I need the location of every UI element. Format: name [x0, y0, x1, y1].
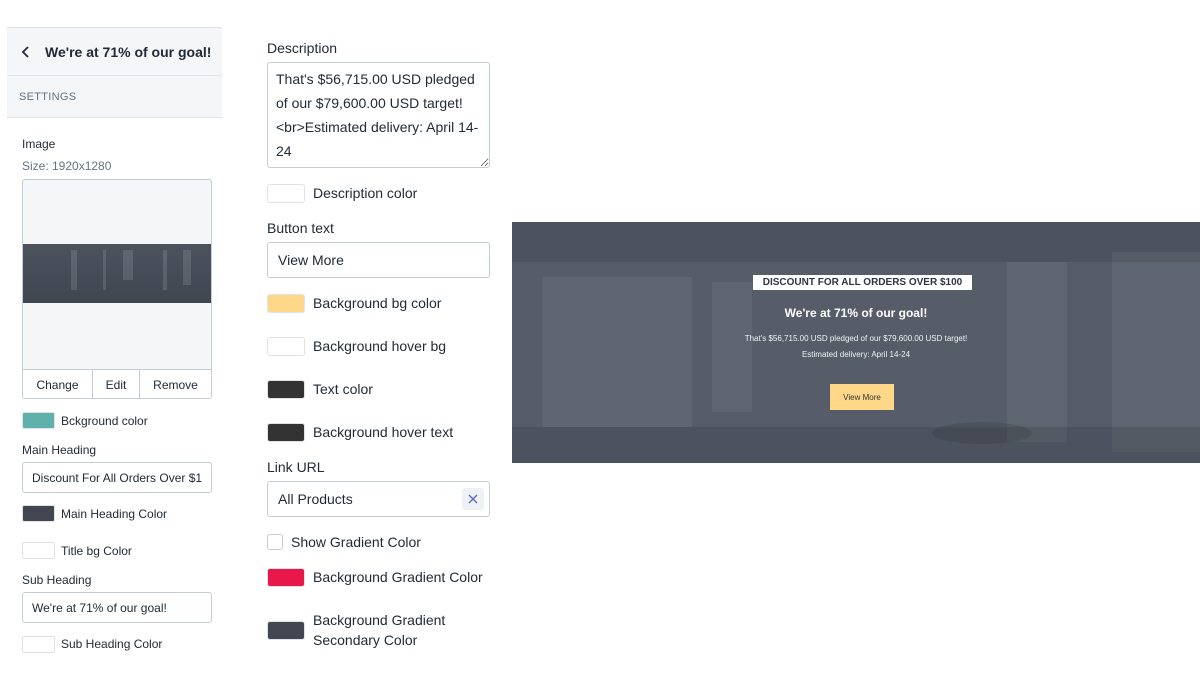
preview-bg-bowl: [932, 422, 1032, 444]
text-color-label: Text color: [313, 381, 373, 397]
image-thumbnail: [23, 244, 211, 303]
main-heading-color-swatch[interactable]: [22, 505, 55, 522]
section-title: We're at 71% of our goal!: [45, 43, 212, 60]
description-textarea[interactable]: That's $56,715.00 USD pledged of our $79…: [267, 62, 490, 168]
sidebar-header: We're at 71% of our goal!: [7, 27, 222, 76]
gradient-color-swatch[interactable]: [267, 568, 305, 587]
button-text-input[interactable]: [267, 242, 490, 278]
sub-heading-color-label: Sub Heading Color: [61, 637, 163, 651]
show-gradient-checkbox[interactable]: [267, 534, 283, 550]
background-hover-text-swatch[interactable]: [267, 423, 305, 442]
button-text-label: Button text: [267, 220, 334, 236]
description-label: Description: [267, 40, 338, 56]
title-bg-color-label: Title bg Color: [61, 544, 132, 558]
preview-description-line2: Estimated delivery: April 14-24: [801, 350, 911, 359]
image-picker[interactable]: Change Edit Remove: [22, 179, 212, 399]
background-color-label: Bckground color: [61, 414, 148, 428]
background-bg-color-swatch[interactable]: [267, 294, 305, 313]
preview-view-more-button[interactable]: View More: [830, 384, 894, 410]
description-color-label: Description color: [313, 185, 418, 201]
background-hover-bg-label: Background hover bg: [313, 338, 447, 354]
image-actions: Change Edit Remove: [23, 369, 211, 398]
sub-heading-color-swatch[interactable]: [22, 636, 55, 653]
background-hover-text-label: Background hover text: [313, 424, 454, 440]
gradient-secondary-color-swatch[interactable]: [267, 621, 305, 640]
main-heading-input[interactable]: [22, 462, 212, 493]
background-color-swatch[interactable]: [22, 412, 55, 429]
gradient-secondary-label-line2: Secondary Color: [313, 632, 418, 648]
preview-bg-column: [712, 282, 752, 412]
main-heading-label: Main Heading: [22, 443, 97, 457]
sub-heading-label: Sub Heading: [22, 573, 92, 587]
remove-image-button[interactable]: Remove: [140, 370, 211, 398]
change-image-button[interactable]: Change: [23, 370, 93, 398]
clear-link-icon[interactable]: [462, 488, 484, 510]
main-heading-color-label: Main Heading Color: [61, 507, 168, 521]
gradient-secondary-label-line1: Background Gradient: [313, 612, 446, 628]
link-url-label: Link URL: [267, 459, 325, 475]
image-label: Image: [22, 137, 56, 151]
back-arrow-icon[interactable]: [11, 37, 41, 67]
preview-bg-shelf: [512, 222, 1200, 262]
description-color-swatch[interactable]: [267, 184, 305, 203]
show-gradient-label: Show Gradient Color: [291, 534, 421, 550]
preview-sub-heading: We're at 71% of our goal!: [784, 306, 928, 320]
preview-main-heading: DISCOUNT FOR ALL ORDERS OVER $100: [753, 275, 972, 290]
settings-label: SETTINGS: [7, 76, 222, 118]
preview-bg-counter: [512, 427, 1200, 463]
image-size-hint: Size: 1920x1280: [22, 159, 112, 173]
title-bg-color-swatch[interactable]: [22, 542, 55, 559]
link-url-input[interactable]: [267, 481, 490, 517]
preview-description-line1: That's $56,715.00 USD pledged of our $79…: [744, 334, 968, 343]
gradient-color-label: Background Gradient Color: [313, 569, 483, 585]
sub-heading-input[interactable]: [22, 592, 212, 623]
edit-image-button[interactable]: Edit: [93, 370, 140, 398]
background-hover-bg-swatch[interactable]: [267, 337, 305, 356]
banner-preview: DISCOUNT FOR ALL ORDERS OVER $100 We're …: [512, 222, 1200, 463]
text-color-swatch[interactable]: [267, 380, 305, 399]
background-bg-color-label: Background bg color: [313, 295, 442, 311]
